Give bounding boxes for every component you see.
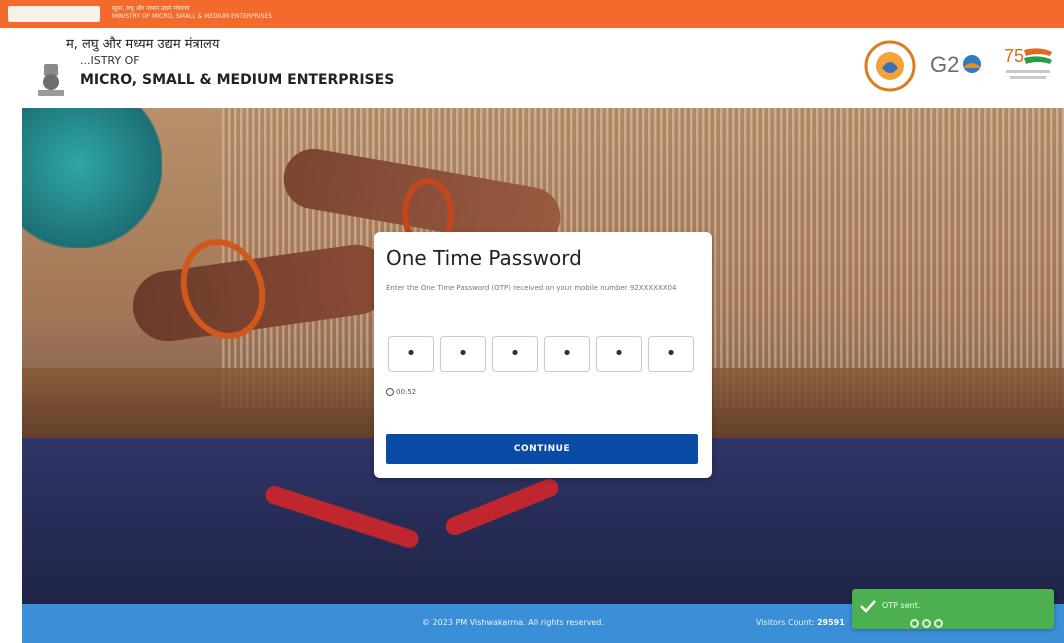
g20-logo-icon: G2	[930, 52, 981, 77]
otp-card: One Time Password Enter the One Time Pas…	[374, 232, 712, 478]
copyright-text: © 2023 PM Vishwakarma. All rights reserv…	[422, 618, 604, 627]
ministry-of-label: ...ISTRY OF	[80, 54, 140, 67]
national-emblem-icon	[38, 64, 64, 96]
top-strip: सूक्ष्म, लघु और मध्यम उद्यम मंत्रालय MIN…	[0, 0, 1064, 28]
visitors-label: Visitors Count:	[756, 618, 815, 627]
toast-dot	[922, 619, 931, 628]
top-strip-text: सूक्ष्म, लघु और मध्यम उद्यम मंत्रालय MIN…	[112, 5, 272, 21]
top-strip-line2: MINISTRY OF MICRO, SMALL & MEDIUM ENTERP…	[112, 13, 272, 20]
ministry-name-hindi: म, लघु और मध्यम उद्यम मंत्रालय	[66, 37, 220, 52]
otp-input-row: • • • • • •	[388, 336, 698, 372]
site-header: म, लघु और मध्यम उद्यम मंत्रालय ...ISTRY …	[0, 28, 1064, 108]
otp-digit-3[interactable]: •	[492, 336, 538, 372]
svg-text:75: 75	[1004, 46, 1024, 66]
toast-progress-dots	[910, 613, 954, 628]
check-icon	[860, 600, 876, 613]
svg-text:G2: G2	[930, 52, 959, 77]
ministry-name: MICRO, SMALL & MEDIUM ENTERPRISES	[80, 72, 395, 88]
visitors-count: Visitors Count: 29591	[756, 618, 845, 627]
otp-digit-5[interactable]: •	[596, 336, 642, 372]
toast-dot	[910, 619, 919, 628]
otp-sent-toast[interactable]: OTP sent.	[852, 589, 1054, 629]
otp-title: One Time Password	[386, 246, 582, 270]
otp-timer-value: 00:52	[396, 388, 417, 396]
teal-cloth	[22, 108, 162, 248]
continue-button[interactable]: CONTINUE	[386, 434, 698, 464]
toast-dot	[934, 619, 943, 628]
otp-digit-6[interactable]: •	[648, 336, 694, 372]
azadi-amrit-mahotsav-logo-icon: 75	[1004, 46, 1052, 79]
gov-logo-strip	[8, 6, 100, 22]
otp-timer: 00:52	[386, 388, 416, 396]
top-strip-line1: सूक्ष्म, लघु और मध्यम उद्यम मंत्रालय	[112, 5, 190, 12]
visitors-count-value: 29591	[816, 618, 845, 627]
otp-digit-1[interactable]: •	[388, 336, 434, 372]
clock-icon	[386, 388, 394, 396]
otp-digit-4[interactable]: •	[544, 336, 590, 372]
otp-digit-2[interactable]: •	[440, 336, 486, 372]
toast-message: OTP sent.	[882, 601, 921, 610]
otp-description: Enter the One Time Password (OTP) receiv…	[386, 284, 677, 292]
pm-vishwakarma-logo-icon	[864, 40, 916, 92]
